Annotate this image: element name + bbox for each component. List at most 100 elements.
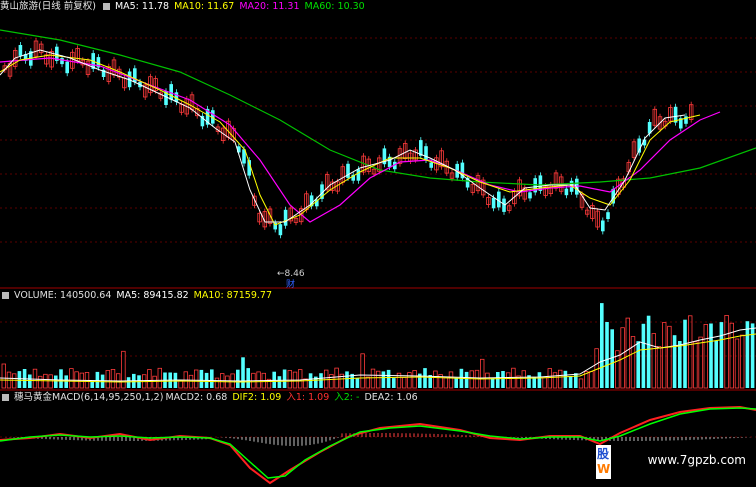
volume-bar (105, 370, 110, 389)
volume-bar (563, 370, 568, 388)
in2-value: 入2: - (334, 392, 360, 403)
settings-square-icon[interactable] (2, 394, 9, 401)
volume-bar (678, 341, 682, 388)
volume-bar (210, 369, 214, 388)
volume-bar (375, 370, 381, 389)
ma5-value: MA5: 11.78 (114, 1, 170, 12)
in1-value: 入1: 1.09 (286, 392, 330, 403)
volume-bar (501, 371, 505, 388)
volume-bar (600, 303, 604, 388)
volume-bar (95, 371, 100, 388)
settings-square-icon[interactable] (102, 3, 110, 10)
watermark-text: www.7gpzb.com (647, 453, 746, 467)
indicator-name[interactable]: 穗马黄金MACD(6,14,95,250,1,2) (14, 392, 163, 403)
volume-bar (750, 323, 755, 388)
dea2-line (0, 407, 756, 479)
volume-bar (651, 333, 656, 389)
volume-bar (392, 378, 396, 388)
volume-bar (568, 376, 573, 388)
volume-bar (636, 341, 640, 388)
finance-marker[interactable]: 财 (286, 277, 295, 290)
volume-bar (578, 378, 584, 389)
volume-bar (537, 372, 542, 388)
ma60-line (0, 29, 756, 186)
volume-bar (282, 369, 287, 388)
volume-bar (272, 371, 276, 388)
volume-bar (214, 377, 220, 389)
ma10-value: MA10: 11.67 (174, 1, 235, 12)
ma60-value: MA60: 10.30 (304, 1, 365, 12)
volume-bar (277, 376, 282, 388)
volume-bar (698, 336, 703, 389)
volume-bar (193, 369, 199, 389)
volume-bar (423, 368, 427, 388)
volume-bar (121, 350, 126, 389)
volume-bar (552, 372, 558, 389)
volume-bar (90, 381, 94, 388)
volume-bar (740, 334, 745, 389)
volume-bar (329, 374, 334, 389)
volume-bar (152, 375, 157, 389)
volume-bar (719, 322, 724, 388)
volume-bar (625, 317, 630, 389)
volume-bar (490, 378, 495, 388)
volume-bar (28, 374, 32, 388)
price-legend: 黄山旅游(日线 前复权) MA5: 11.78 MA10: 11.67 MA20: 1… (0, 0, 370, 14)
ma20-value: MA20: 11.31 (239, 1, 300, 12)
volume-ma10-value: MA10: 87159.77 (193, 290, 273, 301)
volume-value: VOLUME: 140500.64 (14, 290, 112, 301)
volume-bar (246, 368, 250, 388)
volume-bar (469, 370, 474, 389)
volume-bar (48, 374, 53, 389)
volume-bar (656, 345, 662, 389)
volume-bar (241, 357, 245, 388)
volume-bar (646, 315, 651, 388)
volume-bar (688, 315, 693, 389)
volume-bar (64, 375, 68, 388)
volume-bar (360, 353, 365, 389)
volume-bar (370, 368, 376, 389)
volume-bar (365, 376, 370, 389)
volume-bar (630, 336, 636, 389)
volume-bar (256, 371, 261, 389)
volume-bar (605, 322, 609, 388)
volume-bar (485, 372, 490, 389)
volume-legend: VOLUME: 140500.64 MA5: 89415.82 MA10: 8715… (0, 289, 277, 303)
volume-ma5-value: MA5: 89415.82 (116, 290, 189, 301)
volume-bar (69, 368, 74, 389)
volume-bar (542, 376, 547, 389)
stock-title[interactable]: 黄山旅游(日线 前复权) (0, 1, 96, 12)
volume-bar (724, 314, 729, 389)
volume-bar (345, 371, 349, 388)
volume-bar (59, 369, 63, 388)
volume-bar (496, 372, 500, 388)
volume-bar (32, 368, 38, 389)
volume-bar (574, 373, 578, 388)
volume-bar (433, 370, 438, 389)
stock-chart-canvas[interactable] (0, 0, 756, 487)
arrow-left-icon: ← (277, 269, 285, 279)
volume-bar (355, 378, 360, 388)
volume-bar (521, 370, 526, 389)
volume-bar (709, 323, 713, 388)
volume-bar (407, 372, 412, 389)
dea2-value: DEA2: 1.06 (364, 392, 418, 403)
volume-bar (641, 323, 646, 388)
volume-bar (17, 371, 22, 388)
volume-bar (110, 368, 116, 389)
volume-bar (401, 376, 407, 389)
volume-bar (589, 371, 594, 389)
volume-bar (454, 377, 458, 388)
volume-bar (1, 363, 6, 389)
volume-bar (287, 370, 292, 389)
settings-square-icon[interactable] (2, 292, 9, 299)
volume-bar (236, 369, 240, 388)
volume-bar (667, 325, 672, 389)
site-logo: 股W (596, 445, 611, 479)
macd2-value: MACD2: 0.68 (165, 392, 228, 403)
volume-bar (448, 371, 454, 389)
volume-bar (558, 369, 563, 389)
volume-bar (443, 377, 448, 389)
volume-bar (683, 319, 687, 388)
volume-bar (319, 373, 323, 388)
